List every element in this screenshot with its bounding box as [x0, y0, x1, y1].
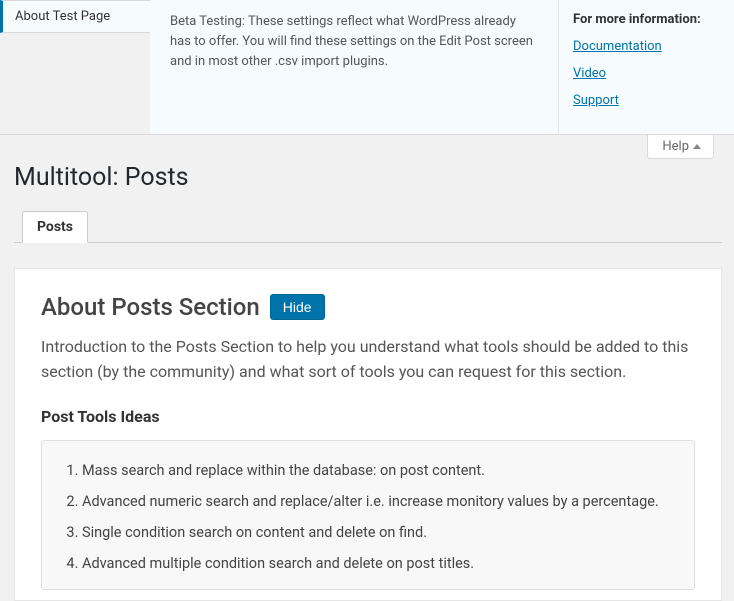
tab-posts[interactable]: Posts [22, 211, 88, 243]
help-sidebar: For more information: Documentation Vide… [559, 0, 734, 134]
section-intro: Introduction to the Posts Section to hel… [41, 335, 695, 385]
help-content: Beta Testing: These settings reflect wha… [150, 0, 559, 134]
page-title: Multitool: Posts [14, 163, 724, 192]
ideas-list: Mass search and replace within the datab… [60, 455, 676, 579]
help-sidebar-heading: For more information: [573, 12, 720, 27]
help-tab-about-test-page[interactable]: About Test Page [0, 0, 150, 33]
list-item: Mass search and replace within the datab… [82, 455, 676, 486]
link-video[interactable]: Video [573, 66, 720, 81]
link-support[interactable]: Support [573, 93, 720, 108]
section-header: About Posts Section Hide [41, 293, 695, 321]
chevron-up-icon [693, 144, 701, 149]
ideas-heading: Post Tools Ideas [41, 407, 695, 426]
page-body: Multitool: Posts Posts About Posts Secti… [0, 135, 734, 601]
list-item: Advanced numeric search and replace/alte… [82, 486, 676, 517]
hide-button[interactable]: Hide [270, 294, 325, 320]
section-title: About Posts Section [41, 293, 260, 321]
help-tabs-column: About Test Page [0, 0, 150, 134]
help-toggle-label: Help [662, 139, 689, 154]
help-toggle[interactable]: Help [647, 135, 714, 159]
link-documentation[interactable]: Documentation [573, 39, 720, 54]
list-item: Advanced multiple condition search and d… [82, 548, 676, 579]
help-panel: About Test Page Beta Testing: These sett… [0, 0, 734, 135]
ideas-box: Mass search and replace within the datab… [41, 440, 695, 590]
content-card: About Posts Section Hide Introduction to… [14, 268, 722, 601]
list-item: Single condition search on content and d… [82, 517, 676, 548]
help-content-text: Beta Testing: These settings reflect wha… [170, 12, 538, 72]
tab-nav: Posts [14, 210, 722, 243]
